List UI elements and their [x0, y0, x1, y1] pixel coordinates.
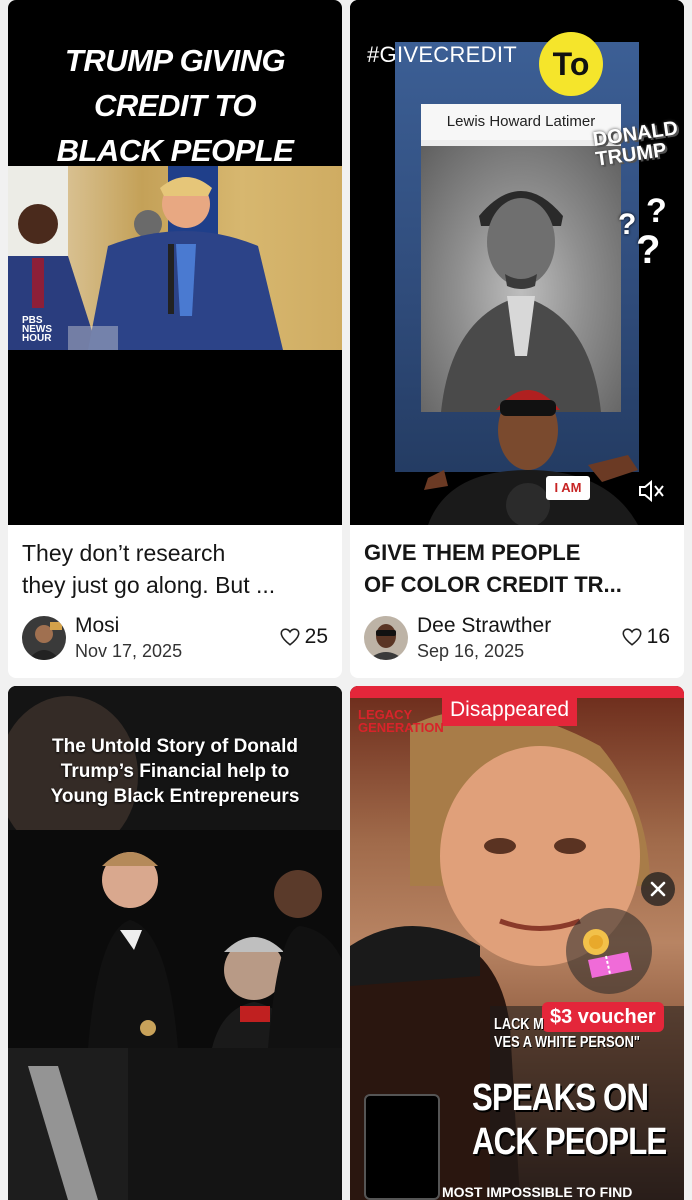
video-thumbnail[interactable]: Disappeared LEGACY GENERATION $3 voucher…: [350, 686, 684, 1200]
question-mark-icon: ?: [636, 228, 661, 272]
speaker-muted-icon[interactable]: [634, 474, 668, 508]
like-count: 16: [646, 625, 670, 648]
heart-outline-icon: [280, 628, 300, 646]
pbs-newshour-logo: PBS NEWS HOUR: [22, 316, 52, 344]
video-feed-grid: TRUMP GIVING CREDIT TO BLACK PEOPLE PBS …: [0, 0, 692, 1200]
question-mark-icon: ?: [618, 208, 637, 241]
headline-line: Young Black Entrepreneurs: [50, 786, 300, 807]
video-thumbnail[interactable]: #GIVECREDIT To Lewis Howard Latimer DONA…: [350, 0, 684, 525]
like-button[interactable]: 25: [279, 624, 328, 650]
presenter-image: [424, 390, 638, 525]
video-card[interactable]: TRUMP GIVING CREDIT TO BLACK PEOPLE PBS …: [8, 0, 342, 678]
video-meta: Mosi Nov 17, 2025 25: [22, 614, 328, 664]
headline-line: The Untold Story of Donald: [52, 736, 298, 757]
author-name[interactable]: Mosi: [75, 614, 119, 638]
caption-line: OF COLOR CREDIT TR...: [364, 572, 622, 597]
like-button[interactable]: 16: [621, 624, 670, 650]
caption-line: GIVE THEM PEOPLE: [364, 540, 581, 565]
subtext-line: VES A WHITE PERSON": [494, 1034, 640, 1051]
headline-line: ACK PEOPLE: [472, 1121, 667, 1163]
thumbnail-title: TRUMP GIVING CREDIT TO BLACK PEOPLE: [8, 38, 342, 173]
post-date: Nov 17, 2025: [75, 641, 183, 661]
hashtag-text: #GIVECREDIT: [367, 42, 517, 67]
avatar[interactable]: [364, 616, 408, 660]
thumbnail-headline: The Untold Story of Donald Trump’s Finan…: [8, 734, 342, 809]
caption-line: They don’t research: [22, 540, 226, 566]
yellow-bubble: To: [539, 32, 603, 96]
heart-outline-icon: [622, 628, 642, 646]
voucher-gift-icon[interactable]: [566, 908, 652, 994]
video-card[interactable]: Disappeared LEGACY GENERATION $3 voucher…: [350, 686, 684, 1200]
video-caption[interactable]: They don’t research they just go along. …: [22, 537, 328, 601]
banner-label: Disappeared: [442, 694, 578, 726]
i-am-badge: I AM: [546, 476, 590, 500]
portrait-name-label: Lewis Howard Latimer: [421, 104, 621, 140]
historical-photo: [8, 830, 342, 1048]
portrait-card: Lewis Howard Latimer: [421, 104, 621, 412]
legacy-generation-logo: LEGACY GENERATION: [358, 708, 444, 734]
news-photo: PBS NEWS HOUR: [8, 166, 342, 350]
video-card[interactable]: The Untold Story of Donald Trump’s Finan…: [8, 686, 342, 1200]
thumbnail-title-line: CREDIT TO: [94, 88, 257, 123]
author-name[interactable]: Dee Strawther: [417, 614, 551, 638]
question-mark-icon: ?: [646, 192, 667, 230]
overlay-headline: SPEAKS ON ACK PEOPLE: [472, 1076, 667, 1164]
subtext-line: LACK M: [494, 1016, 544, 1033]
logo-text: HOUR: [22, 333, 52, 344]
caption-line: they just go along. But ...: [22, 572, 276, 598]
overlay-bottom-text: MOST IMPOSSIBLE TO FIND: [442, 1184, 633, 1200]
phone-in-hand: [364, 1094, 440, 1200]
close-icon[interactable]: [641, 872, 675, 906]
press-conference-image: [8, 166, 283, 350]
video-card[interactable]: #GIVECREDIT To Lewis Howard Latimer DONA…: [350, 0, 684, 678]
video-meta: Dee Strawther Sep 16, 2025 16: [364, 614, 670, 664]
video-thumbnail[interactable]: The Untold Story of Donald Trump’s Finan…: [8, 686, 342, 1200]
post-date: Sep 16, 2025: [417, 641, 525, 661]
avatar[interactable]: [22, 616, 66, 660]
headline-line: SPEAKS ON: [472, 1077, 649, 1119]
logo-text: GENERATION: [358, 720, 444, 735]
thumbnail-title-line: TRUMP GIVING: [64, 43, 286, 78]
video-thumbnail[interactable]: TRUMP GIVING CREDIT TO BLACK PEOPLE PBS …: [8, 0, 342, 525]
headline-line: Trump’s Financial help to: [60, 761, 290, 782]
like-count: 25: [304, 625, 328, 648]
video-caption[interactable]: GIVE THEM PEOPLE OF COLOR CREDIT TR...: [364, 537, 670, 601]
overlay-subtext: LACK M VES A WHITE PERSON": [494, 1016, 640, 1052]
